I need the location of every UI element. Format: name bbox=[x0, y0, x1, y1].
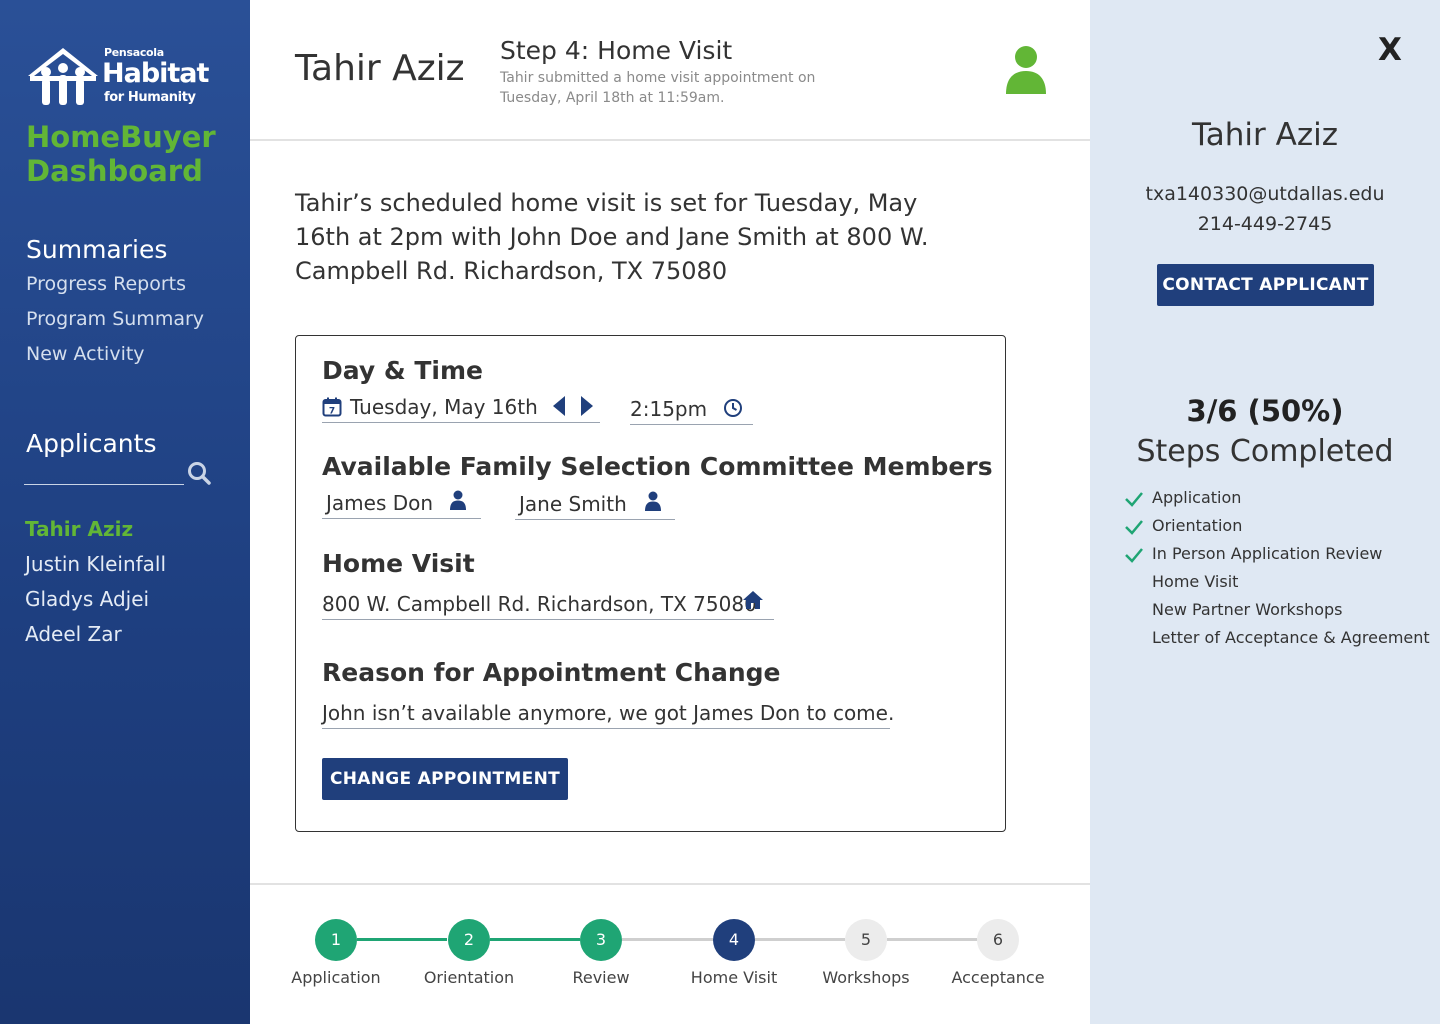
habitat-logo[interactable]: Pensacola Habitat for Humanity bbox=[24, 46, 214, 110]
checklist-item-acceptance: Letter of Acceptance & Agreement bbox=[1152, 628, 1430, 647]
applicant-name: Tahir Aziz bbox=[295, 48, 465, 89]
check-icon bbox=[1125, 520, 1143, 535]
person-icon bbox=[450, 490, 466, 510]
nav-link-progress-reports[interactable]: Progress Reports bbox=[26, 273, 186, 295]
search-icon[interactable] bbox=[186, 460, 212, 486]
applicant-item-adeel-zar[interactable]: Adeel Zar bbox=[25, 622, 122, 646]
applicant-email: txa140330@utdallas.edu bbox=[1145, 183, 1385, 205]
home-icon bbox=[743, 591, 763, 609]
svg-text:7: 7 bbox=[329, 407, 335, 417]
step-3-label: Review bbox=[572, 968, 630, 987]
progress-divider bbox=[250, 883, 1090, 885]
member-field-2[interactable]: Jane Smith bbox=[515, 490, 675, 520]
chevron-right-icon[interactable] bbox=[580, 396, 594, 416]
contact-applicant-button[interactable]: CONTACT APPLICANT bbox=[1157, 264, 1374, 306]
step-1-label: Application bbox=[291, 968, 381, 987]
chevron-left-icon[interactable] bbox=[552, 396, 566, 416]
app-title: HomeBuyer Dashboard bbox=[26, 120, 216, 188]
time-value: 2:15pm bbox=[630, 397, 708, 421]
reason-field[interactable]: John isn’t available anymore, we got Jam… bbox=[322, 699, 894, 729]
nav-link-program-summary[interactable]: Program Summary bbox=[26, 308, 204, 330]
step-5-circle[interactable]: 5 bbox=[845, 919, 887, 961]
steps-completed-fraction: 3/6 (50%) bbox=[1186, 394, 1344, 428]
applicant-phone: 214-449-2745 bbox=[1197, 213, 1333, 235]
close-button[interactable]: X bbox=[1378, 32, 1402, 68]
nav-link-new-activity[interactable]: New Activity bbox=[26, 343, 145, 365]
check-icon bbox=[1125, 548, 1143, 563]
step-2-circle[interactable]: 2 bbox=[448, 919, 490, 961]
user-icon bbox=[1006, 46, 1046, 94]
logo-line-2: Habitat bbox=[102, 58, 209, 89]
member-name: James Don bbox=[326, 491, 434, 515]
appointment-summary: Tahir’s scheduled home visit is set for … bbox=[295, 189, 929, 285]
time-field[interactable]: 2:15pm bbox=[630, 395, 753, 425]
step-3-circle[interactable]: 3 bbox=[580, 919, 622, 961]
progress-connector bbox=[622, 938, 713, 941]
calendar-icon: 7 bbox=[322, 397, 342, 417]
main-content: Tahir Aziz Step 4: Home Visit Tahir subm… bbox=[250, 0, 1090, 1024]
appointment-form: Day & Time 7 Tuesday, May 16th 2:15pm Av… bbox=[295, 335, 1006, 832]
applicant-header: Tahir Aziz Step 4: Home Visit Tahir subm… bbox=[250, 0, 1090, 141]
home-visit-label: Home Visit bbox=[322, 549, 475, 578]
change-appointment-button[interactable]: CHANGE APPOINTMENT bbox=[322, 758, 568, 800]
member-name: Jane Smith bbox=[519, 492, 627, 516]
habitat-house-logo-icon bbox=[28, 48, 98, 105]
applicant-search-input[interactable] bbox=[24, 484, 184, 485]
address-value: 800 W. Campbell Rd. Richardson, TX 75080 bbox=[322, 592, 757, 616]
step-5-label: Workshops bbox=[822, 968, 910, 987]
step-2-label: Orientation bbox=[423, 968, 515, 987]
committee-label: Available Family Selection Committee Mem… bbox=[322, 452, 993, 481]
address-field[interactable]: 800 W. Campbell Rd. Richardson, TX 75080 bbox=[322, 590, 774, 620]
checklist-item-home-visit: Home Visit bbox=[1152, 572, 1239, 591]
date-value: Tuesday, May 16th bbox=[350, 395, 538, 419]
step-1-circle[interactable]: 1 bbox=[315, 919, 357, 961]
member-field-1[interactable]: James Don bbox=[322, 489, 481, 519]
logo-line-3: for Humanity bbox=[104, 90, 196, 105]
progress-connector bbox=[490, 938, 580, 941]
person-icon bbox=[645, 491, 661, 511]
applicants-heading: Applicants bbox=[26, 429, 157, 458]
applicant-item-tahir-aziz[interactable]: Tahir Aziz bbox=[25, 517, 133, 541]
step-6-label: Acceptance bbox=[951, 968, 1045, 987]
applicant-item-gladys-adjei[interactable]: Gladys Adjei bbox=[25, 587, 149, 611]
checklist-item-review: In Person Application Review bbox=[1152, 544, 1383, 563]
step-title: Step 4: Home Visit bbox=[500, 36, 733, 65]
applicant-detail-panel: X Tahir Aziz txa140330@utdallas.edu 214-… bbox=[1090, 0, 1440, 1024]
reason-value: John isn’t available anymore, we got Jam… bbox=[322, 701, 895, 725]
step-6-circle[interactable]: 6 bbox=[977, 919, 1019, 961]
panel-applicant-name: Tahir Aziz bbox=[1191, 117, 1339, 153]
step-4-circle[interactable]: 4 bbox=[713, 919, 755, 961]
checklist-item-application: Application bbox=[1152, 488, 1242, 507]
step-4-label: Home Visit bbox=[690, 968, 778, 987]
reason-label: Reason for Appointment Change bbox=[322, 658, 781, 687]
progress-connector bbox=[755, 938, 845, 941]
progress-connector bbox=[357, 938, 447, 941]
check-icon bbox=[1125, 492, 1143, 507]
checklist-item-orientation: Orientation bbox=[1152, 516, 1243, 535]
checklist-item-workshops: New Partner Workshops bbox=[1152, 600, 1343, 619]
date-field[interactable]: 7 Tuesday, May 16th bbox=[322, 393, 600, 423]
clock-icon[interactable] bbox=[723, 398, 743, 418]
applicant-item-justin-kleinfall[interactable]: Justin Kleinfall bbox=[25, 552, 166, 576]
sidebar: Pensacola Habitat for Humanity HomeBuyer… bbox=[0, 0, 250, 1024]
steps-completed-title: Steps Completed bbox=[1136, 434, 1394, 469]
step-subtitle: Tahir submitted a home visit appointment… bbox=[500, 70, 816, 106]
day-time-label: Day & Time bbox=[322, 356, 483, 385]
progress-connector bbox=[887, 938, 977, 941]
summaries-heading: Summaries bbox=[26, 235, 168, 264]
